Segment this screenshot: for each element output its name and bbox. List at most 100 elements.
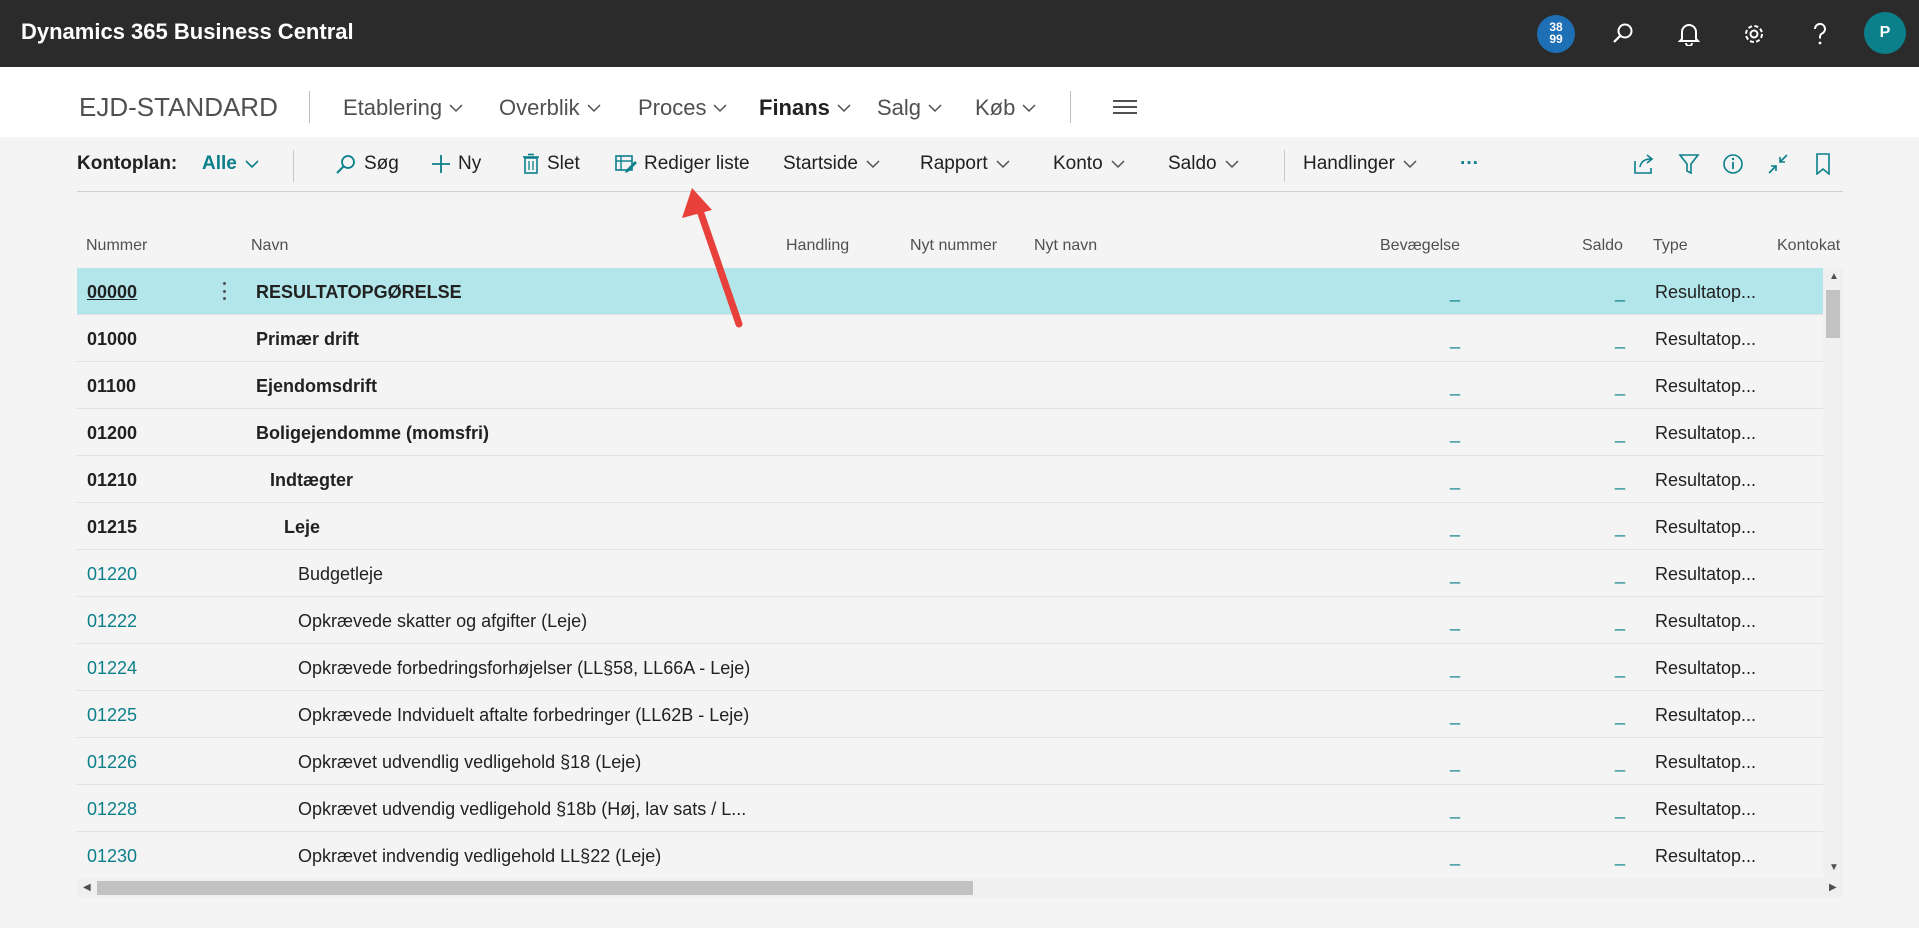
bevaegelse-value[interactable]: _ xyxy=(1450,705,1460,726)
scroll-right-arrow-icon[interactable]: ▶ xyxy=(1829,882,1837,893)
account-number[interactable]: 01220 xyxy=(87,564,137,585)
saldo-value[interactable]: _ xyxy=(1615,282,1625,303)
search-button[interactable]: Søg xyxy=(335,153,399,175)
bevaegelse-value[interactable]: _ xyxy=(1450,611,1460,632)
column-header-kontokat[interactable]: Kontokat xyxy=(1777,237,1843,255)
konto-menu[interactable]: Konto xyxy=(1053,153,1126,175)
rapport-menu[interactable]: Rapport xyxy=(920,153,1011,175)
table-row[interactable]: 01226 Opkrævet udvendlig vedligehold §18 … xyxy=(77,738,1823,785)
saldo-value[interactable]: _ xyxy=(1615,564,1625,585)
table-row[interactable]: 01230 Opkrævet indvendig vedligehold LL§2… xyxy=(77,832,1823,878)
nav-item-overblik[interactable]: Overblik xyxy=(499,95,602,121)
column-header-type[interactable]: Type xyxy=(1653,237,1688,255)
company-name[interactable]: EJD-STANDARD xyxy=(79,92,278,123)
search-icon[interactable] xyxy=(1606,17,1640,51)
collapse-icon[interactable] xyxy=(1765,151,1791,177)
bevaegelse-value[interactable]: _ xyxy=(1450,799,1460,820)
scroll-down-arrow-icon[interactable]: ▼ xyxy=(1829,862,1839,873)
nav-item-salg[interactable]: Salg xyxy=(877,95,943,121)
horizontal-scrollbar[interactable]: ◀ ▶ xyxy=(77,878,1843,898)
info-icon[interactable] xyxy=(1720,151,1746,177)
saldo-menu[interactable]: Saldo xyxy=(1168,153,1240,175)
saldo-value[interactable]: _ xyxy=(1615,329,1625,350)
table-row[interactable]: 01224 Opkrævede forbedringsforhøjelser (L… xyxy=(77,644,1823,691)
nav-item-etablering[interactable]: Etablering xyxy=(343,95,464,121)
saldo-value[interactable]: _ xyxy=(1615,799,1625,820)
table-row[interactable]: 01200 Boligejendomme (momsfri) _ _ Resultato… xyxy=(77,409,1823,456)
bevaegelse-value[interactable]: _ xyxy=(1450,658,1460,679)
nav-item-finans[interactable]: Finans xyxy=(759,95,852,121)
column-header-nummer[interactable]: Nummer xyxy=(86,237,147,255)
filter-icon[interactable] xyxy=(1676,151,1702,177)
column-header-nyt-navn[interactable]: Nyt navn xyxy=(1034,237,1097,255)
account-number[interactable]: 00000 xyxy=(87,282,137,303)
nav-item-kob[interactable]: Køb xyxy=(975,95,1037,121)
column-header-nyt-nummer[interactable]: Nyt nummer xyxy=(910,237,997,255)
bevaegelse-value[interactable]: _ xyxy=(1450,470,1460,491)
scroll-up-arrow-icon[interactable]: ▲ xyxy=(1829,271,1839,282)
account-number[interactable]: 01200 xyxy=(87,423,137,444)
table-row[interactable]: 01220 Budgetleje _ _ Resultatop... xyxy=(77,550,1823,597)
bevaegelse-value[interactable]: _ xyxy=(1450,376,1460,397)
app-title[interactable]: Dynamics 365 Business Central xyxy=(21,19,354,45)
column-header-saldo[interactable]: Saldo xyxy=(1582,237,1623,255)
horizontal-scroll-thumb[interactable] xyxy=(97,881,973,895)
bevaegelse-value[interactable]: _ xyxy=(1450,423,1460,444)
saldo-value[interactable]: _ xyxy=(1615,705,1625,726)
bevaegelse-value[interactable]: _ xyxy=(1450,846,1460,867)
new-button[interactable]: Ny xyxy=(431,153,481,175)
account-number[interactable]: 01100 xyxy=(87,376,136,397)
startside-menu[interactable]: Startside xyxy=(783,153,881,175)
vertical-scroll-thumb[interactable] xyxy=(1826,290,1840,338)
nav-item-proces[interactable]: Proces xyxy=(638,95,728,121)
filter-dropdown[interactable]: Alle xyxy=(202,153,260,175)
account-number[interactable]: 01230 xyxy=(87,846,137,867)
notification-count-badge[interactable]: 38 99 xyxy=(1537,15,1575,53)
saldo-value[interactable]: _ xyxy=(1615,846,1625,867)
table-row[interactable]: 01000 Primær drift _ _ Resultatop... xyxy=(77,315,1823,362)
bell-icon[interactable] xyxy=(1672,17,1706,51)
bevaegelse-value[interactable]: _ xyxy=(1450,329,1460,350)
saldo-value[interactable]: _ xyxy=(1615,376,1625,397)
table-row[interactable]: 01225 Opkrævede Indviduelt aftalte forbed… xyxy=(77,691,1823,738)
table-row[interactable]: 01215 Leje _ _ Resultatop... xyxy=(77,503,1823,550)
table-row[interactable]: 01100 Ejendomsdrift _ _ Resultatop... xyxy=(77,362,1823,409)
saldo-value[interactable]: _ xyxy=(1615,752,1625,773)
more-options-button[interactable]: ··· xyxy=(1460,153,1479,175)
bevaegelse-value[interactable]: _ xyxy=(1450,752,1460,773)
saldo-value[interactable]: _ xyxy=(1615,658,1625,679)
table-row[interactable]: 01210 Indtægter _ _ Resultatop... xyxy=(77,456,1823,503)
account-number[interactable]: 01224 xyxy=(87,658,137,679)
hamburger-menu-icon[interactable] xyxy=(1113,100,1137,118)
vertical-scrollbar[interactable]: ▲ ▼ xyxy=(1823,268,1843,878)
row-actions-kebab-icon[interactable] xyxy=(219,280,229,302)
table-row[interactable]: 01222 Opkrævede skatter og afgifter (Leje… xyxy=(77,597,1823,644)
share-icon[interactable] xyxy=(1631,151,1657,177)
column-header-navn[interactable]: Navn xyxy=(251,237,288,255)
bevaegelse-value[interactable]: _ xyxy=(1450,564,1460,585)
help-icon[interactable] xyxy=(1803,17,1837,51)
table-row[interactable]: 00000 RESULTATOPGØRELSE _ _ Resultatop... xyxy=(77,268,1823,315)
account-number[interactable]: 01000 xyxy=(87,329,137,350)
saldo-value[interactable]: _ xyxy=(1615,517,1625,538)
saldo-value[interactable]: _ xyxy=(1615,423,1625,444)
handlinger-menu[interactable]: Handlinger xyxy=(1303,153,1418,175)
user-avatar[interactable]: P xyxy=(1864,12,1906,54)
scroll-left-arrow-icon[interactable]: ◀ xyxy=(83,882,91,893)
table-row[interactable]: 01228 Opkrævet udvendig vedligehold §18b … xyxy=(77,785,1823,832)
bookmark-icon[interactable] xyxy=(1810,151,1836,177)
bevaegelse-value[interactable]: _ xyxy=(1450,517,1460,538)
edit-list-button[interactable]: Rediger liste xyxy=(615,153,750,175)
account-number[interactable]: 01226 xyxy=(87,752,137,773)
account-number[interactable]: 01228 xyxy=(87,799,137,820)
gear-icon[interactable] xyxy=(1737,17,1771,51)
column-header-bevaegelse[interactable]: Bevægelse xyxy=(1380,237,1460,255)
bevaegelse-value[interactable]: _ xyxy=(1450,282,1460,303)
account-number[interactable]: 01215 xyxy=(87,517,137,538)
saldo-value[interactable]: _ xyxy=(1615,470,1625,491)
account-number[interactable]: 01222 xyxy=(87,611,137,632)
column-header-handling[interactable]: Handling xyxy=(786,237,849,255)
saldo-value[interactable]: _ xyxy=(1615,611,1625,632)
account-number[interactable]: 01225 xyxy=(87,705,137,726)
delete-button[interactable]: Slet xyxy=(522,153,580,175)
